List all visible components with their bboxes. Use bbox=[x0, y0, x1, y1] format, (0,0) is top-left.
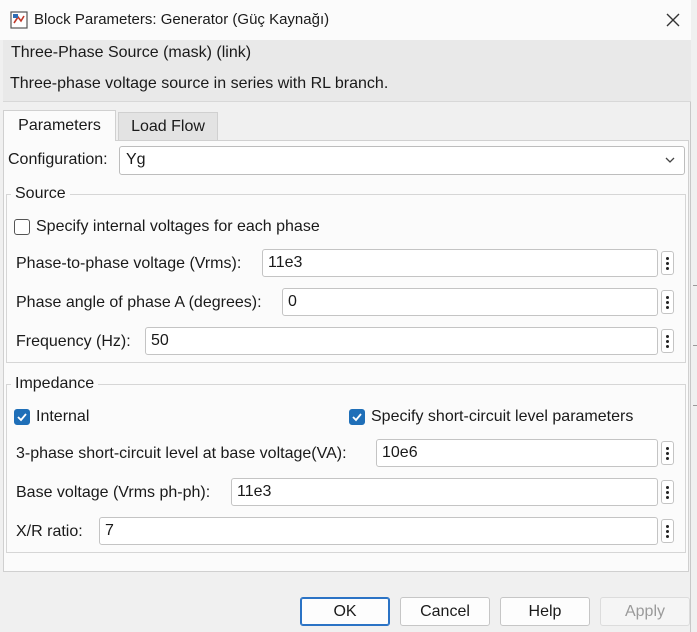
tab-load-flow[interactable]: Load Flow bbox=[118, 112, 218, 140]
tab-parameters-label: Parameters bbox=[18, 117, 101, 134]
phase-voltage-label: Phase-to-phase voltage (Vrms): bbox=[16, 255, 242, 272]
close-icon bbox=[666, 13, 680, 27]
configuration-value: Yg bbox=[126, 151, 146, 168]
specify-internal-voltages-label: Specify internal voltages for each phase bbox=[36, 218, 320, 235]
source-legend: Source bbox=[15, 185, 66, 202]
mask-description: Three-phase voltage source in series wit… bbox=[10, 75, 389, 92]
chevron-down-icon bbox=[665, 157, 675, 163]
xr-ratio-input[interactable]: 7 bbox=[99, 517, 658, 545]
sc-level-label: 3-phase short-circuit level at base volt… bbox=[16, 445, 347, 462]
phase-angle-menu-button[interactable] bbox=[661, 290, 674, 314]
base-voltage-label: Base voltage (Vrms ph-ph): bbox=[16, 484, 211, 501]
short-circuit-params-checkbox[interactable] bbox=[349, 409, 365, 425]
checkmark-icon bbox=[17, 413, 27, 422]
help-button[interactable]: Help bbox=[500, 597, 590, 626]
xr-ratio-menu-button[interactable] bbox=[661, 519, 674, 543]
background-window-edge bbox=[693, 405, 697, 406]
sc-level-input[interactable]: 10e6 bbox=[376, 439, 658, 467]
phase-angle-input[interactable]: 0 bbox=[282, 288, 658, 316]
frequency-input[interactable]: 50 bbox=[145, 327, 658, 355]
checkmark-icon bbox=[352, 413, 362, 422]
xr-ratio-label: X/R ratio: bbox=[16, 523, 83, 540]
internal-label: Internal bbox=[36, 408, 90, 425]
short-circuit-params-label: Specify short-circuit level parameters bbox=[371, 408, 634, 425]
window-title: Block Parameters: Generator (Güç Kaynağı… bbox=[34, 11, 330, 28]
frequency-menu-button[interactable] bbox=[661, 329, 674, 353]
mask-title: Three-Phase Source (mask) (link) bbox=[11, 44, 252, 61]
configuration-dropdown[interactable]: Yg bbox=[119, 146, 685, 175]
mask-header: Three-Phase Source (mask) (link) Three-p… bbox=[3, 40, 691, 102]
close-button[interactable] bbox=[656, 4, 690, 36]
parameters-panel: Configuration: Yg Source Specify interna… bbox=[3, 140, 689, 572]
background-window-edge bbox=[693, 345, 697, 346]
block-parameters-dialog: Block Parameters: Generator (Güç Kaynağı… bbox=[0, 0, 691, 632]
frequency-label: Frequency (Hz): bbox=[16, 333, 131, 350]
internal-checkbox[interactable] bbox=[14, 409, 30, 425]
simulink-block-icon bbox=[10, 11, 28, 29]
phase-voltage-menu-button[interactable] bbox=[661, 251, 674, 275]
base-voltage-input[interactable]: 11e3 bbox=[231, 478, 658, 506]
ok-button[interactable]: OK bbox=[300, 597, 390, 626]
configuration-label: Configuration: bbox=[8, 151, 108, 168]
phase-voltage-input[interactable]: 11e3 bbox=[262, 249, 658, 277]
base-voltage-menu-button[interactable] bbox=[661, 480, 674, 504]
cancel-button[interactable]: Cancel bbox=[400, 597, 490, 626]
sc-level-menu-button[interactable] bbox=[661, 441, 674, 465]
impedance-legend: Impedance bbox=[15, 375, 95, 392]
phase-angle-label: Phase angle of phase A (degrees): bbox=[16, 294, 262, 311]
tab-load-flow-label: Load Flow bbox=[131, 117, 205, 135]
tab-bar: Parameters Load Flow bbox=[3, 110, 689, 141]
tab-parameters[interactable]: Parameters bbox=[3, 110, 116, 141]
title-bar: Block Parameters: Generator (Güç Kaynağı… bbox=[0, 0, 691, 40]
background-window-edge bbox=[693, 285, 697, 286]
specify-internal-voltages-checkbox[interactable] bbox=[14, 219, 30, 235]
apply-button[interactable]: Apply bbox=[600, 597, 690, 626]
